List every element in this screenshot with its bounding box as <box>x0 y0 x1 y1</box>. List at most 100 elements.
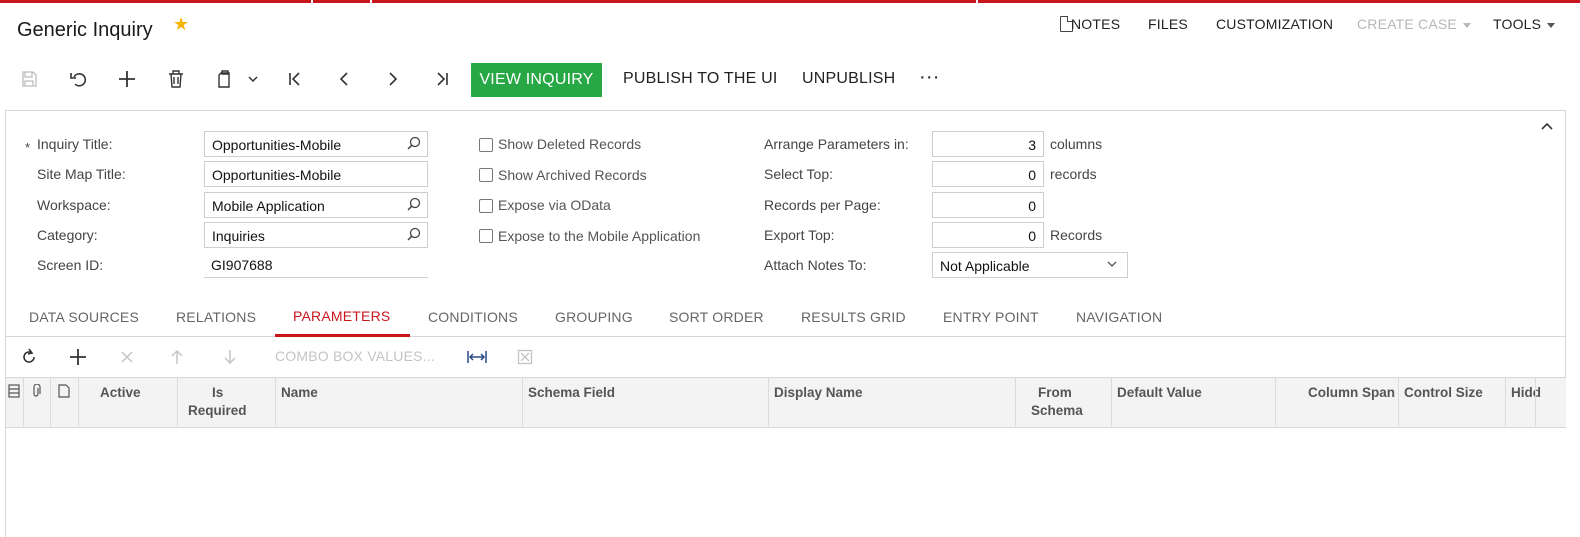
previous-record-icon[interactable] <box>331 66 357 92</box>
col-active[interactable]: Active <box>100 384 141 402</box>
col-from-schema-line2[interactable]: Schema <box>1031 402 1083 420</box>
search-icon[interactable] <box>407 197 421 214</box>
note-icon <box>58 384 70 401</box>
export-top-field[interactable]: 0 <box>932 222 1044 248</box>
move-up-icon[interactable] <box>170 344 184 370</box>
tab-results-grid[interactable]: RESULTS GRID <box>801 309 906 325</box>
records-per-page-field[interactable]: 0 <box>932 192 1044 218</box>
attachment-icon <box>30 383 42 401</box>
next-record-icon[interactable] <box>380 66 406 92</box>
workspace-value: Mobile Application <box>212 198 325 214</box>
save-icon[interactable] <box>16 66 42 92</box>
tools-label: TOOLS <box>1493 16 1542 32</box>
grid-col-divider <box>275 377 276 428</box>
site-map-title-label: Site Map Title: <box>37 166 126 182</box>
first-record-icon[interactable] <box>282 66 308 92</box>
refresh-icon[interactable] <box>20 344 38 370</box>
grid-col-divider <box>177 377 178 428</box>
grid-col-divider <box>768 377 769 428</box>
grid-col-divider <box>1275 377 1276 428</box>
chevron-down-icon <box>1547 22 1556 28</box>
move-down-icon[interactable] <box>223 344 237 370</box>
select-top-field[interactable]: 0 <box>932 161 1044 187</box>
tab-parameters[interactable]: PARAMETERS <box>293 308 390 324</box>
tab-sort-order[interactable]: SORT ORDER <box>669 309 764 325</box>
col-from-schema-line1[interactable]: From <box>1038 384 1072 402</box>
workspace-label: Workspace: <box>37 197 111 213</box>
grid-col-divider <box>1535 377 1536 428</box>
add-icon[interactable] <box>114 66 140 92</box>
delete-row-icon[interactable] <box>120 344 134 370</box>
col-hidden[interactable]: Hidd <box>1511 384 1543 402</box>
screen-id-field: GI907688 <box>204 252 428 278</box>
last-record-icon[interactable] <box>429 66 455 92</box>
tab-data-sources[interactable]: DATA SOURCES <box>29 309 139 325</box>
records-per-page-label: Records per Page: <box>764 197 881 213</box>
attach-notes-label: Attach Notes To: <box>764 257 867 273</box>
customization-menu[interactable]: CUSTOMIZATION <box>1216 16 1333 34</box>
search-icon[interactable] <box>407 136 421 153</box>
arrange-params-field[interactable]: 3 <box>932 131 1044 157</box>
top-line-divider <box>311 0 313 3</box>
search-icon[interactable] <box>407 227 421 244</box>
col-column-span[interactable]: Column Span <box>1308 384 1395 402</box>
expose-mobile-checkbox[interactable] <box>479 229 493 243</box>
tab-navigation[interactable]: NAVIGATION <box>1076 309 1162 325</box>
chevron-down-icon <box>1107 256 1117 271</box>
screen-id-label: Screen ID: <box>37 257 104 273</box>
show-deleted-checkbox[interactable] <box>479 138 493 152</box>
top-line-divider <box>976 0 978 3</box>
delete-icon[interactable] <box>163 66 189 92</box>
chevron-down-icon[interactable] <box>240 66 266 92</box>
col-name[interactable]: Name <box>281 384 318 402</box>
tab-conditions[interactable]: CONDITIONS <box>428 309 518 325</box>
tab-relations[interactable]: RELATIONS <box>176 309 256 325</box>
required-asterisk: * <box>25 140 31 155</box>
combo-box-values-button[interactable]: COMBO BOX VALUES... <box>275 348 435 364</box>
col-control-size[interactable]: Control Size <box>1404 384 1483 402</box>
add-row-icon[interactable] <box>69 344 87 370</box>
more-menu-button[interactable]: ··· <box>919 66 940 89</box>
grid-body <box>6 428 1566 537</box>
workspace-field[interactable]: Mobile Application <box>204 192 428 218</box>
grid-col-divider <box>1111 377 1112 428</box>
col-default-value[interactable]: Default Value <box>1117 384 1202 402</box>
view-inquiry-button[interactable]: VIEW INQUIRY <box>471 63 602 97</box>
expose-odata-checkbox[interactable] <box>479 199 493 213</box>
undo-icon[interactable] <box>65 66 91 92</box>
site-map-title-field[interactable]: Opportunities-Mobile <box>204 161 428 187</box>
inquiry-title-field[interactable]: Opportunities-Mobile <box>204 131 428 157</box>
export-top-label: Export Top: <box>764 227 835 243</box>
screen-id-value: GI907688 <box>211 257 273 273</box>
copy-paste-icon[interactable] <box>212 66 238 92</box>
tools-menu[interactable]: TOOLS <box>1493 16 1556 34</box>
grid-col-divider <box>78 377 79 428</box>
notes-menu[interactable]: NOTES <box>1071 16 1120 34</box>
show-deleted-label: Show Deleted Records <box>498 136 642 152</box>
collapse-chevron-icon[interactable] <box>1541 117 1553 133</box>
unpublish-button[interactable]: UNPUBLISH <box>802 70 895 88</box>
fit-columns-icon[interactable] <box>467 344 487 370</box>
inquiry-title-label: Inquiry Title: <box>37 136 113 152</box>
col-is-required-line1[interactable]: Is <box>212 384 223 402</box>
col-display-name[interactable]: Display Name <box>774 384 863 402</box>
favorite-star-icon[interactable]: ★ <box>173 14 189 35</box>
export-excel-icon[interactable] <box>517 344 533 370</box>
category-field[interactable]: Inquiries <box>204 222 428 248</box>
chevron-down-icon <box>1462 22 1471 28</box>
files-menu[interactable]: FILES <box>1148 16 1188 34</box>
tab-entry-point[interactable]: ENTRY POINT <box>943 309 1039 325</box>
publish-button[interactable]: PUBLISH TO THE UI <box>623 70 778 88</box>
show-archived-checkbox[interactable] <box>479 168 493 182</box>
create-case-label: CREATE CASE <box>1357 16 1457 32</box>
col-is-required-line2[interactable]: Required <box>188 402 247 420</box>
grid-col-divider <box>50 377 51 428</box>
show-archived-label: Show Archived Records <box>498 167 647 183</box>
col-schema-field[interactable]: Schema Field <box>528 384 615 402</box>
grid-col-divider <box>1015 377 1016 428</box>
tab-grouping[interactable]: GROUPING <box>555 309 633 325</box>
select-top-suffix: records <box>1050 166 1097 182</box>
create-case-menu[interactable]: CREATE CASE <box>1357 16 1471 34</box>
attach-notes-select[interactable]: Not Applicable <box>932 252 1128 278</box>
grid-col-divider <box>23 377 24 428</box>
